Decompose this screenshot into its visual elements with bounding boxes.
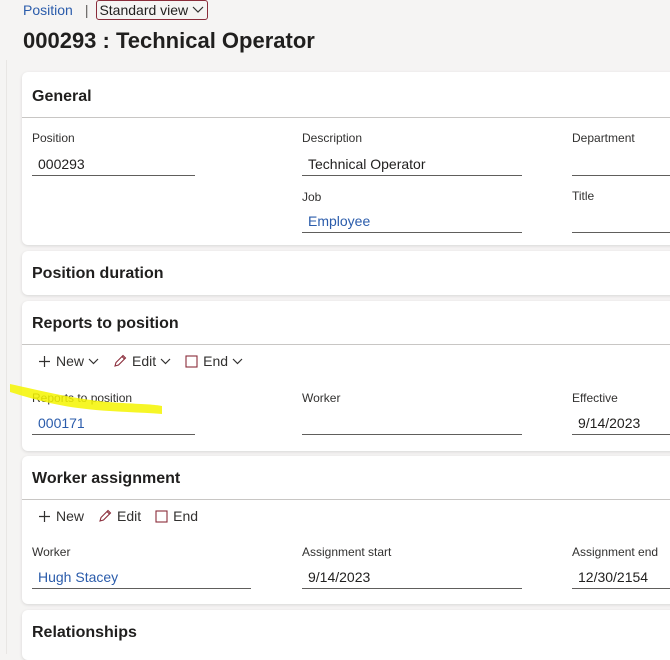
position-field[interactable]: 000293: [32, 152, 195, 176]
end-button[interactable]: End: [185, 353, 243, 369]
general-header[interactable]: General: [32, 88, 92, 106]
relationships-header[interactable]: Relationships: [32, 624, 137, 642]
reports-to-position-header[interactable]: Reports to position: [32, 315, 179, 333]
job-label: Job: [302, 190, 322, 204]
divider: [22, 344, 670, 345]
end-button-label: End: [173, 508, 199, 524]
worker-field[interactable]: [302, 411, 522, 435]
view-selector-label: Standard view: [99, 2, 189, 18]
title-label: Title: [572, 189, 595, 203]
general-fasttab: General Position 000293 Description Tech…: [22, 72, 670, 245]
pencil-icon: [99, 509, 112, 522]
assignment-start-field[interactable]: 9/14/2023: [302, 565, 522, 589]
view-selector[interactable]: Standard view: [96, 0, 209, 20]
assignment-end-field[interactable]: 12/30/2154: [572, 565, 670, 589]
new-button-label: New: [56, 353, 85, 369]
assignment-end-label: Assignment end: [572, 545, 659, 559]
checkbox-icon: [185, 354, 198, 368]
reports-toolbar: New Edit End: [38, 353, 257, 369]
position-label: Position: [32, 131, 75, 145]
position-duration-fasttab: Position duration: [22, 251, 670, 295]
chevron-down-icon: [160, 358, 171, 364]
worker-label: Worker: [302, 391, 341, 405]
edit-button[interactable]: Edit: [98, 508, 141, 524]
worker-assignment-fasttab: Worker assignment New Edit End Worker Hu…: [22, 456, 670, 604]
position-duration-header[interactable]: Position duration: [32, 265, 164, 283]
plus-icon: [39, 510, 50, 522]
worker-assignment-header[interactable]: Worker assignment: [32, 470, 180, 488]
description-field[interactable]: Technical Operator: [302, 152, 522, 176]
pencil-icon: [114, 354, 127, 367]
new-button-label: New: [56, 508, 85, 524]
breadcrumb-separator: |: [84, 2, 89, 18]
title-field[interactable]: [572, 209, 670, 233]
assignment-start-label: Assignment start: [302, 545, 392, 559]
effective-field[interactable]: 9/14/2023: [572, 411, 670, 435]
chevron-down-icon: [88, 358, 99, 364]
new-button[interactable]: New: [38, 508, 84, 524]
worker-label: Worker: [32, 545, 71, 559]
page-title: 000293 : Technical Operator: [23, 28, 315, 53]
job-field[interactable]: Employee: [302, 209, 522, 233]
effective-label: Effective: [572, 391, 618, 405]
department-field[interactable]: [572, 152, 670, 176]
end-button-label: End: [203, 353, 229, 369]
edit-button[interactable]: Edit: [113, 353, 171, 369]
breadcrumb: Position | Standard view: [23, 0, 209, 20]
worker-assignment-toolbar: New Edit End: [38, 508, 212, 524]
department-label: Department: [572, 131, 635, 145]
checkbox-icon: [155, 509, 168, 523]
end-button[interactable]: End: [155, 508, 198, 524]
edit-button-label: Edit: [117, 508, 142, 524]
new-button[interactable]: New: [38, 353, 99, 369]
breadcrumb-position-link[interactable]: Position: [23, 2, 73, 18]
left-pane-edge: [0, 60, 7, 654]
edit-button-label: Edit: [132, 353, 157, 369]
reports-to-position-fasttab: Reports to position New Edit End Reports…: [22, 301, 670, 451]
reports-to-position-label: Reports to position: [32, 391, 133, 405]
description-label: Description: [302, 131, 363, 145]
divider: [22, 499, 670, 500]
worker-field[interactable]: Hugh Stacey: [32, 565, 251, 589]
divider: [22, 117, 670, 118]
chevron-down-icon: [192, 6, 204, 13]
relationships-fasttab: Relationships: [22, 610, 670, 660]
chevron-down-icon: [232, 358, 243, 364]
plus-icon: [39, 355, 50, 367]
reports-to-position-field[interactable]: 000171: [32, 411, 195, 435]
